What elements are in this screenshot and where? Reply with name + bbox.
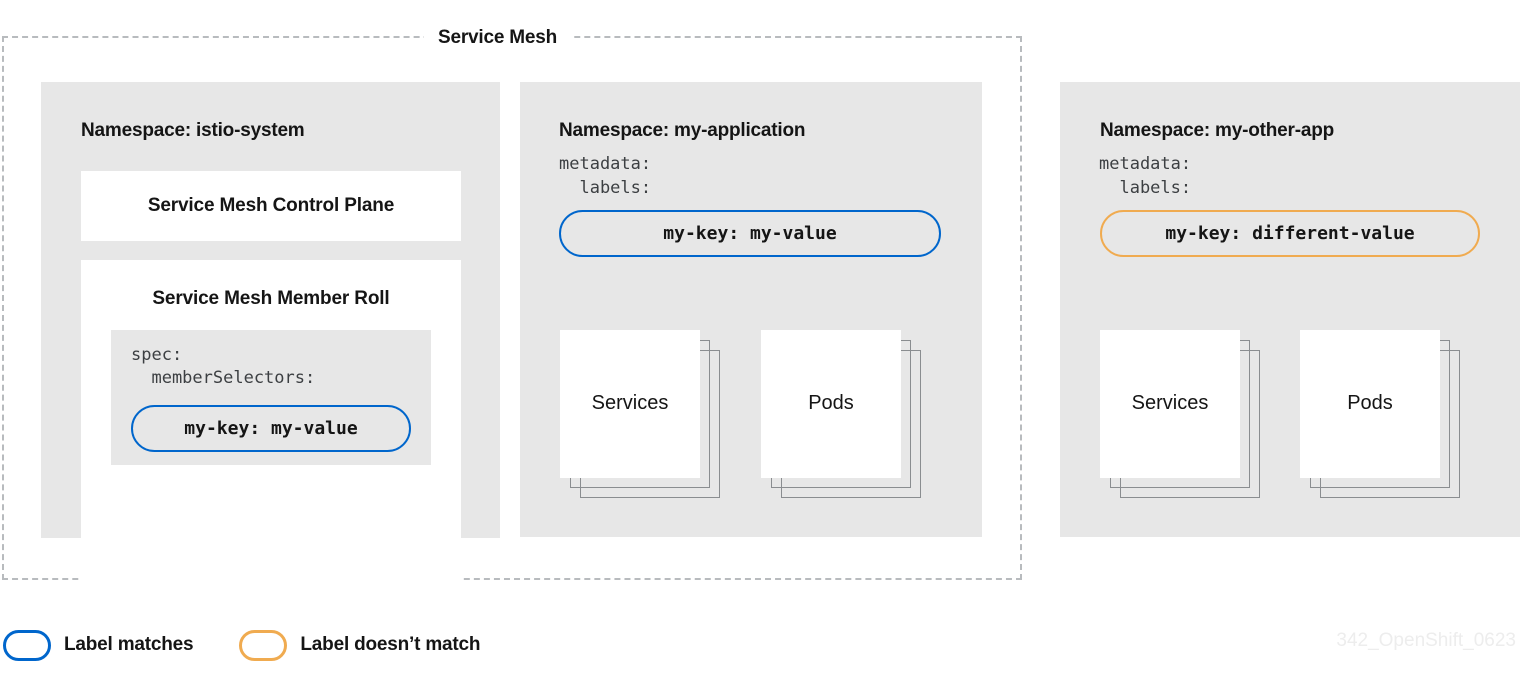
label-pill-member-selector: my-key: my-value (131, 405, 411, 452)
label-pill-member-selector-text: my-key: my-value (184, 418, 358, 439)
legend-label-does-not-match: Label doesn’t match (300, 634, 481, 655)
yaml-line-labels-my-other-app: labels: (1099, 178, 1192, 198)
stack-sheet-front: Pods (761, 330, 901, 478)
legend-item-label-matches: Label matches (3, 629, 194, 661)
label-pill-my-application-text: my-key: my-value (663, 223, 837, 244)
yaml-line-metadata-my-application: metadata: (559, 154, 652, 174)
legend-item-label-does-not-match: Label doesn’t match (239, 629, 481, 661)
label-pill-my-other-app: my-key: different-value (1100, 210, 1480, 257)
resource-stack-services-my-application: Services (560, 330, 720, 498)
stack-sheet-front: Services (560, 330, 700, 478)
resource-label-services: Services (1131, 392, 1209, 414)
resource-label-pods: Pods (808, 392, 854, 414)
code-line-spec: spec: (131, 345, 183, 365)
service-mesh-title: Service Mesh (424, 28, 572, 48)
diagram-canvas: Service Mesh Namespace: istio-system Ser… (0, 0, 1520, 685)
resource-stack-services-my-other-app: Services (1100, 330, 1260, 498)
watermark: 342_OpenShift_0623 (1336, 630, 1516, 651)
yaml-line-metadata-my-other-app: metadata: (1099, 154, 1192, 174)
legend-swatch-blue-pill-icon (3, 629, 51, 661)
code-block-member-selectors: spec: memberSelectors: my-key: my-value (111, 330, 431, 465)
stack-sheet-front: Services (1100, 330, 1240, 478)
card-service-mesh-control-plane: Service Mesh Control Plane (81, 171, 461, 241)
legend-swatch-orange-pill-icon (239, 629, 288, 661)
namespace-title-istio-system: Namespace: istio-system (81, 120, 305, 141)
stack-sheet-front: Pods (1300, 330, 1440, 478)
namespace-title-my-other-app: Namespace: my-other-app (1100, 120, 1335, 141)
code-line-member-selectors: memberSelectors: (131, 368, 316, 388)
namespace-panel-istio-system: Namespace: istio-system Service Mesh Con… (41, 82, 500, 580)
legend-label-matches: Label matches (64, 634, 194, 655)
card-service-mesh-member-roll: Service Mesh Member Roll spec: memberSel… (81, 260, 461, 580)
label-pill-my-application: my-key: my-value (559, 210, 941, 257)
legend: Label matches Label doesn’t match (0, 627, 481, 663)
resource-label-pods: Pods (1347, 392, 1393, 414)
card-heading-control-plane: Service Mesh Control Plane (147, 195, 395, 216)
resource-stack-pods-my-other-app: Pods (1300, 330, 1460, 498)
resource-stack-pods-my-application: Pods (761, 330, 921, 498)
resource-label-services: Services (591, 392, 669, 414)
yaml-line-labels-my-application: labels: (559, 178, 652, 198)
card-heading-member-roll: Service Mesh Member Roll (152, 288, 390, 309)
label-pill-my-other-app-text: my-key: different-value (1165, 223, 1415, 244)
namespace-title-my-application: Namespace: my-application (559, 120, 806, 141)
